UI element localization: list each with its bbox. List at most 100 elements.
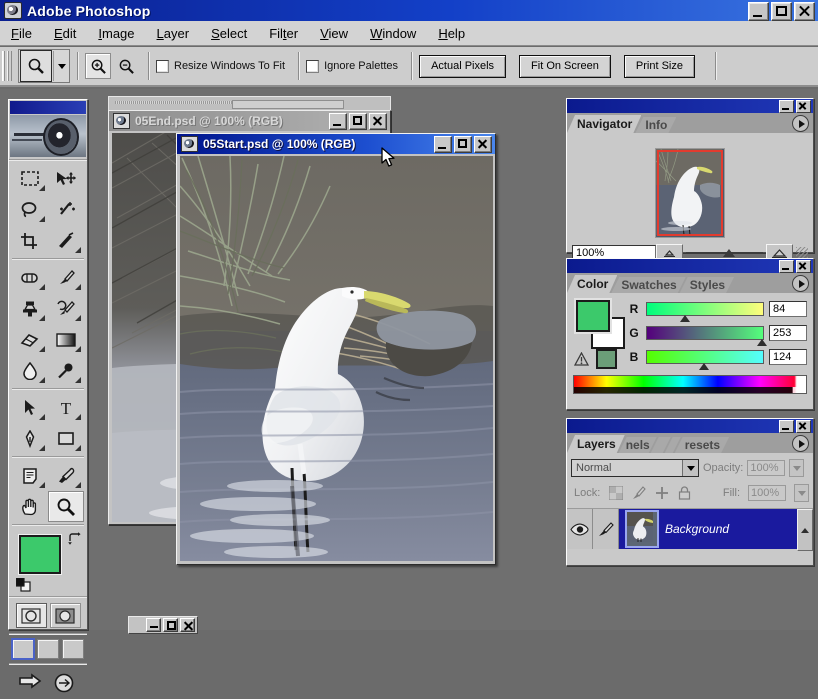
maximize-button[interactable] bbox=[771, 2, 792, 21]
lock-transparent-pixels-icon[interactable] bbox=[608, 486, 623, 501]
tab-navigator[interactable]: Navigator bbox=[567, 115, 641, 133]
actual-pixels-button[interactable]: Actual Pixels bbox=[419, 54, 507, 78]
tab-layers[interactable]: Layers bbox=[567, 435, 625, 453]
toolbox-title-bar[interactable] bbox=[10, 101, 86, 114]
menu-image[interactable]: Image bbox=[95, 25, 137, 42]
channel-value-r[interactable]: 84 bbox=[769, 301, 807, 317]
full-screen-mode-button[interactable] bbox=[62, 639, 84, 659]
blend-mode-select[interactable]: Normal bbox=[571, 459, 699, 477]
color-foreground-swatch[interactable] bbox=[576, 300, 610, 332]
jump-to-imageready-icon[interactable] bbox=[17, 671, 45, 695]
tool-preset-chevron[interactable] bbox=[53, 51, 69, 81]
layers-palette-menu-button[interactable] bbox=[792, 435, 809, 452]
out-of-gamut-warning-icon[interactable] bbox=[573, 351, 590, 366]
tab-swatches[interactable]: Swatches bbox=[611, 277, 685, 293]
menu-layer[interactable]: Layer bbox=[154, 25, 193, 42]
layer-visibility-eye-icon[interactable] bbox=[567, 509, 593, 549]
slider-knob[interactable] bbox=[722, 249, 735, 257]
document-maximize-button[interactable] bbox=[454, 136, 472, 153]
clone-stamp-tool[interactable] bbox=[12, 293, 48, 324]
navigator-thumbnail[interactable] bbox=[655, 148, 725, 238]
minimized-document-window[interactable] bbox=[128, 616, 198, 634]
document-close-button[interactable] bbox=[369, 113, 387, 130]
opacity-stepper[interactable] bbox=[789, 459, 805, 477]
channel-value-b[interactable]: 124 bbox=[769, 349, 807, 365]
layers-minimize-button[interactable] bbox=[779, 419, 794, 433]
fit-on-screen-button[interactable]: Fit On Screen bbox=[519, 54, 611, 78]
navigator-close-button[interactable] bbox=[796, 99, 811, 113]
layer-list-scroll-up-button[interactable] bbox=[797, 509, 813, 551]
slider-b[interactable] bbox=[646, 350, 764, 370]
tab-channels[interactable]: nels bbox=[619, 437, 657, 453]
lock-position-icon[interactable] bbox=[654, 486, 669, 501]
menu-window[interactable]: Window bbox=[367, 25, 419, 42]
channel-value-g[interactable]: 253 bbox=[769, 325, 807, 341]
background-document-window-strip[interactable] bbox=[108, 96, 391, 110]
resize-windows-to-fit-checkbox[interactable]: Resize Windows To Fit bbox=[156, 59, 285, 73]
quick-mask-mode-button[interactable] bbox=[49, 603, 81, 628]
opacity-value[interactable]: 100% bbox=[747, 460, 786, 476]
document-title-bar-05start[interactable]: 05Start.psd @ 100% (RGB) bbox=[177, 134, 495, 154]
menu-edit[interactable]: Edit bbox=[51, 25, 79, 42]
slider-knob-b[interactable] bbox=[698, 363, 709, 370]
layers-close-button[interactable] bbox=[796, 419, 811, 433]
color-minimize-button[interactable] bbox=[779, 259, 794, 273]
layer-row-background[interactable]: Background bbox=[567, 509, 813, 549]
layer-name-background[interactable]: Background bbox=[665, 522, 793, 536]
menu-select[interactable]: Select bbox=[208, 25, 250, 42]
document-maximize-button[interactable] bbox=[349, 113, 367, 130]
navigator-palette-menu-button[interactable] bbox=[792, 115, 809, 132]
gradient-tool[interactable] bbox=[48, 324, 84, 355]
close-button[interactable] bbox=[794, 2, 815, 21]
eraser-tool[interactable] bbox=[12, 324, 48, 355]
tab-presets[interactable]: resets bbox=[675, 437, 729, 453]
healing-brush-tool[interactable] bbox=[12, 262, 48, 293]
navigator-title-bar[interactable] bbox=[567, 99, 813, 113]
document-minimize-button[interactable] bbox=[434, 136, 452, 153]
slider-g[interactable] bbox=[646, 326, 767, 346]
standard-screen-mode-button[interactable] bbox=[11, 638, 35, 660]
document-window-05start[interactable]: 05Start.psd @ 100% (RGB) bbox=[176, 133, 496, 565]
color-spectrum-bar[interactable] bbox=[573, 375, 807, 394]
fill-stepper[interactable] bbox=[794, 484, 809, 502]
tab-color[interactable]: Color bbox=[567, 275, 617, 293]
menu-help[interactable]: Help bbox=[435, 25, 468, 42]
ignore-palettes-checkbox[interactable]: Ignore Palettes bbox=[306, 59, 398, 73]
minimize-button[interactable] bbox=[748, 2, 769, 21]
menu-file[interactable]: File bbox=[8, 25, 35, 42]
move-tool[interactable] bbox=[48, 163, 84, 194]
document-minimize-button[interactable] bbox=[329, 113, 347, 130]
magic-wand-tool[interactable] bbox=[48, 194, 84, 225]
shape-tool[interactable] bbox=[48, 423, 84, 454]
marquee-tool[interactable] bbox=[12, 163, 48, 194]
pen-tool[interactable] bbox=[12, 423, 48, 454]
path-selection-tool[interactable] bbox=[12, 392, 48, 423]
print-size-button[interactable]: Print Size bbox=[623, 54, 695, 78]
document-close-button[interactable] bbox=[474, 136, 492, 153]
notes-tool[interactable] bbox=[12, 460, 48, 491]
lasso-tool[interactable] bbox=[12, 194, 48, 225]
zoom-out-button[interactable] bbox=[114, 54, 138, 78]
document-title-bar-05end[interactable]: 05End.psd @ 100% (RGB) bbox=[109, 111, 390, 131]
crop-tool[interactable] bbox=[12, 225, 48, 256]
dodge-tool[interactable] bbox=[48, 355, 84, 386]
layer-thumbnail[interactable] bbox=[625, 510, 659, 548]
slider-r[interactable] bbox=[646, 302, 764, 322]
standard-mode-button[interactable] bbox=[15, 603, 47, 628]
lock-image-pixels-icon[interactable] bbox=[631, 486, 647, 501]
zoom-in-button[interactable] bbox=[85, 53, 111, 79]
color-title-bar[interactable] bbox=[567, 259, 813, 273]
zoom-tool[interactable] bbox=[48, 491, 84, 522]
slider-knob-g[interactable] bbox=[756, 339, 767, 346]
lock-all-icon[interactable] bbox=[677, 486, 692, 501]
fill-value[interactable]: 100% bbox=[748, 485, 786, 501]
navigator-minimize-button[interactable] bbox=[779, 99, 794, 113]
blur-tool[interactable] bbox=[12, 355, 48, 386]
jump-to-other-icon[interactable] bbox=[51, 671, 79, 695]
brush-tool[interactable] bbox=[48, 262, 84, 293]
full-screen-with-menu-button[interactable] bbox=[37, 639, 59, 659]
default-colors-icon[interactable] bbox=[15, 577, 31, 592]
history-brush-tool[interactable] bbox=[48, 293, 84, 324]
blend-mode-chevron[interactable] bbox=[682, 460, 698, 476]
color-close-button[interactable] bbox=[796, 259, 811, 273]
